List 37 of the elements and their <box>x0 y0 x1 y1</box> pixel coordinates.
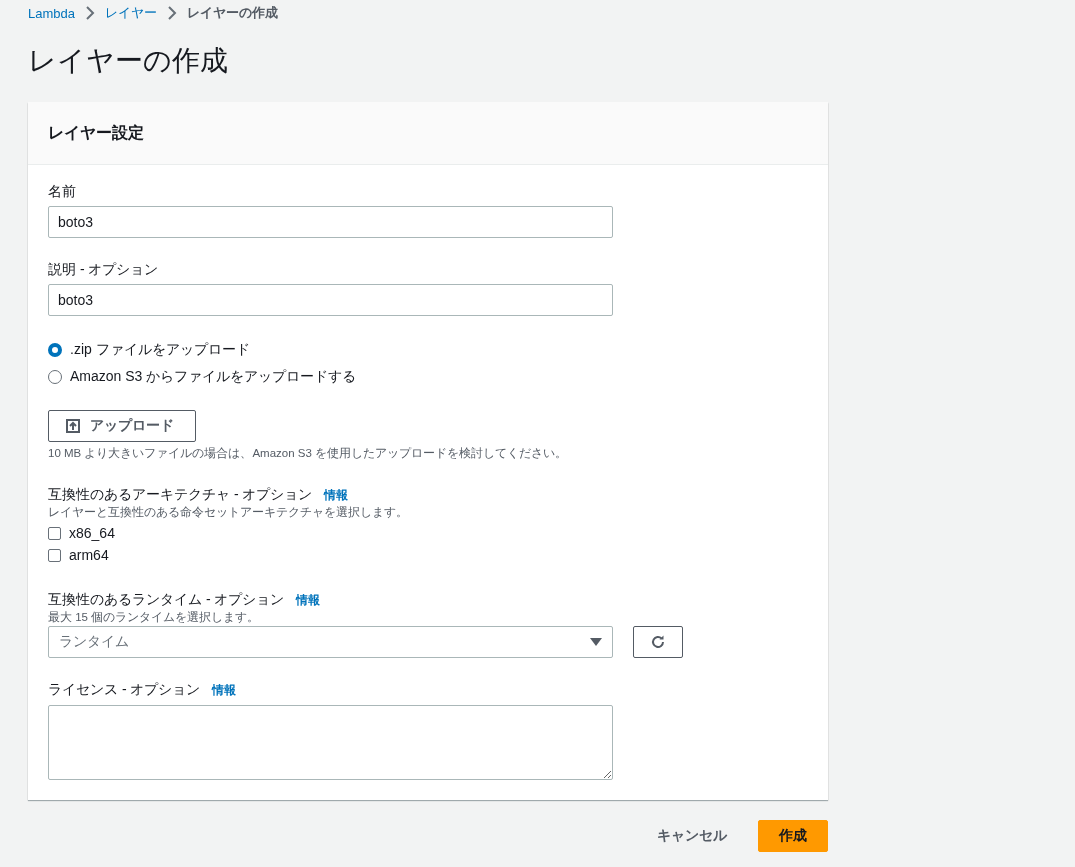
upload-icon <box>66 419 80 433</box>
field-label: 名前 <box>48 182 76 200</box>
breadcrumb-link[interactable]: レイヤー <box>105 4 157 22</box>
page-title: レイヤーの作成 <box>28 44 229 78</box>
upload-hint: 10 MB より大きいファイルの場合は、Amazon S3 を使用したアップロードを検討してください。 <box>48 446 569 461</box>
radio-button[interactable] <box>48 342 62 357</box>
checkbox-label: x86_64 <box>69 525 115 541</box>
caret-down-icon <box>590 637 602 647</box>
panel-title: レイヤー設定 <box>48 122 144 143</box>
checkbox[interactable] <box>48 548 61 562</box>
radio-label: Amazon S3 からファイルをアップロードする <box>70 367 357 386</box>
select-placeholder: ランタイム <box>59 633 129 651</box>
refresh-button[interactable] <box>633 626 683 658</box>
description-input-field[interactable]: boto3 <box>48 284 613 316</box>
breadcrumb-link[interactable]: Lambda <box>28 5 75 21</box>
breadcrumb-current: レイヤーの作成 <box>187 4 278 22</box>
checkbox[interactable] <box>48 526 61 540</box>
info-link[interactable]: 情報 <box>212 681 237 699</box>
field-hint: レイヤーと互換性のある命令セットアーキテクチャを選択します。 <box>48 505 409 520</box>
field-label: 説明 - オプション <box>48 260 159 278</box>
checkbox-label: arm64 <box>69 547 109 563</box>
chevron-right-icon <box>85 6 95 20</box>
create-button[interactable]: 作成 <box>758 820 828 852</box>
field-hint: 最大 15 個のランタイムを選択します。 <box>48 610 261 625</box>
radio-label: .zip ファイルをアップロード <box>70 340 250 359</box>
upload-button[interactable]: アップロード <box>48 410 196 442</box>
info-link[interactable]: 情報 <box>324 486 349 504</box>
chevron-right-icon <box>167 6 177 20</box>
field-label: 互換性のあるアーキテクチャ - オプション <box>48 485 313 503</box>
refresh-icon <box>650 634 666 650</box>
runtime-select[interactable]: ランタイム <box>48 626 613 658</box>
name-input-field[interactable]: boto3 <box>48 206 613 238</box>
cancel-button[interactable]: キャンセル <box>636 820 748 852</box>
info-link[interactable]: 情報 <box>296 591 321 609</box>
field-label: 互換性のあるランタイム - オプション <box>48 590 285 608</box>
radio-button[interactable] <box>48 369 62 384</box>
field-label: ライセンス - オプション <box>48 680 201 698</box>
